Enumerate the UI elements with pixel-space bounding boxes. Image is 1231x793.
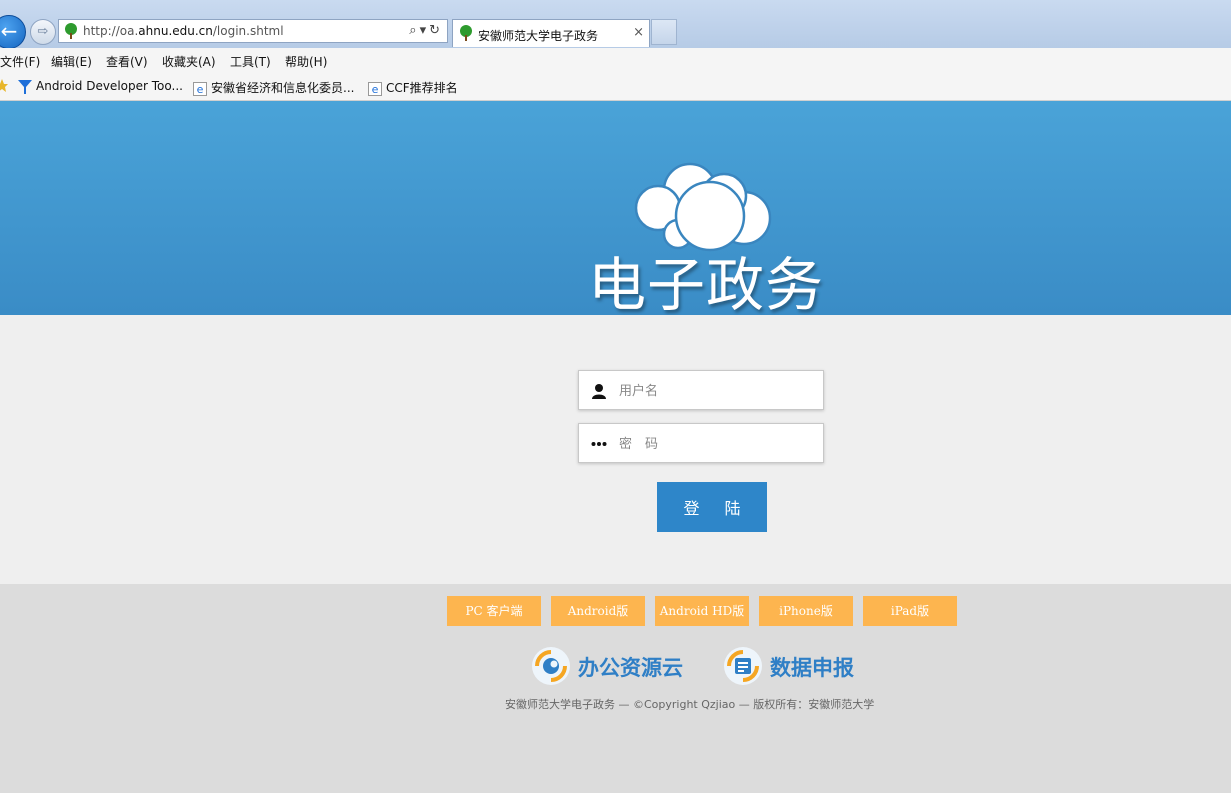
menu-bar: 文件(F) 编辑(E) 查看(V) 收藏夹(A) 工具(T) 帮助(H) — [0, 48, 1231, 72]
favorite-item-anhui-economy[interactable]: e 安徽省经济和信息化委员... — [193, 79, 354, 96]
tab-title: 安徽师范大学电子政务 — [478, 29, 599, 43]
cloud-resource-label: 办公资源云 — [578, 656, 683, 680]
funnel-icon — [18, 79, 32, 94]
address-tools[interactable]: ⌕▾↻ — [409, 23, 443, 38]
download-iphone-button[interactable]: iPhone版 — [759, 596, 853, 626]
browser-tab-active[interactable]: 安徽师范大学电子政务 × — [452, 19, 650, 47]
site-tree-icon — [65, 23, 77, 39]
new-tab-button[interactable] — [651, 19, 677, 45]
copyright-text: 安徽师范大学电子政务 — ©Copyright Qzjiao — 版权所有：安徽… — [505, 698, 875, 711]
ie-icon: e — [193, 81, 207, 96]
browser-titlebar: ← ⇨ http://oa.ahnu.edu.cn/login.shtml ⌕▾… — [0, 0, 1231, 49]
download-pc-client-button[interactable]: PC 客户端 — [447, 596, 541, 626]
svg-text:e: e — [372, 83, 379, 96]
address-bar[interactable]: http://oa.ahnu.edu.cn/login.shtml ⌕▾↻ — [58, 19, 448, 43]
cloud-resource-link[interactable]: 办公资源云 — [531, 646, 701, 686]
data-report-icon — [724, 647, 762, 685]
back-arrow-icon: ← — [0, 19, 18, 43]
close-tab-icon[interactable]: × — [633, 25, 644, 40]
menu-file[interactable]: 文件(F) — [0, 53, 40, 70]
menu-view[interactable]: 查看(V) — [106, 53, 148, 70]
logo-title: 电子政务 — [588, 251, 825, 319]
site-tree-icon — [460, 25, 472, 41]
ie-icon: e — [368, 81, 382, 96]
password-input[interactable] — [617, 424, 821, 464]
user-icon — [592, 384, 606, 399]
password-dots-icon — [591, 442, 607, 446]
download-android-button[interactable]: Android版 — [551, 596, 645, 626]
address-url[interactable]: http://oa.ahnu.edu.cn/login.shtml — [83, 24, 284, 38]
cloud-resource-icon — [532, 647, 570, 685]
favorite-item-android-developer[interactable]: Android Developer Too... — [18, 79, 183, 94]
download-android-hd-button[interactable]: Android HD版 — [655, 596, 749, 626]
forward-button[interactable]: ⇨ — [30, 19, 56, 45]
password-field[interactable] — [578, 423, 824, 464]
login-button[interactable]: 登 陆 — [657, 482, 767, 532]
data-report-label: 数据申报 — [770, 656, 854, 680]
data-report-link[interactable]: 数据申报 — [723, 646, 873, 686]
menu-tools[interactable]: 工具(T) — [230, 53, 271, 70]
download-ipad-button[interactable]: iPad版 — [863, 596, 957, 626]
svg-text:e: e — [197, 83, 204, 96]
menu-edit[interactable]: 编辑(E) — [51, 53, 92, 70]
back-button[interactable]: ← — [0, 15, 26, 49]
username-field[interactable] — [578, 370, 824, 411]
add-favorite-icon[interactable] — [0, 79, 8, 93]
menu-favorites[interactable]: 收藏夹(A) — [162, 53, 216, 70]
username-input[interactable] — [617, 371, 821, 411]
menu-help[interactable]: 帮助(H) — [285, 53, 327, 70]
favorite-item-ccf-ranking[interactable]: e CCF推荐排名 — [368, 79, 458, 96]
favorites-bar: Android Developer Too... e 安徽省经济和信息化委员..… — [0, 72, 1231, 101]
forward-arrow-icon: ⇨ — [37, 24, 49, 39]
